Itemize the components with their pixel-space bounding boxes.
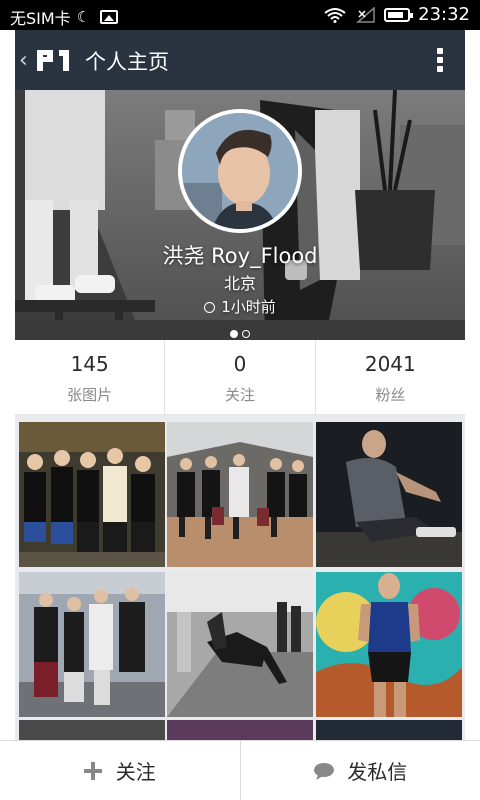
photo-thumb-partial-3[interactable] — [316, 720, 462, 740]
profile-cover[interactable]: 洪尧 Roy_Flood 北京 1小时前 — [15, 90, 465, 340]
carrier-text: 无SIM卡 — [10, 9, 71, 28]
follow-label: 关注 — [115, 760, 156, 784]
profile-stats: 145 张图片 0 关注 2041 粉丝 — [15, 340, 465, 415]
photo-thumb-dance-street[interactable] — [167, 572, 313, 717]
plus-icon — [83, 761, 102, 780]
photo-thumb-group-jerseys[interactable] — [19, 422, 165, 567]
photo-thumb-partial-1[interactable] — [19, 720, 165, 740]
app-header: ‹ P1 个人主页 — [15, 30, 465, 90]
last-active-text: 1小时前 — [221, 298, 276, 316]
page-title: 个人主页 — [85, 50, 169, 74]
more-menu-icon[interactable] — [437, 48, 443, 72]
carousel-indicator — [15, 323, 465, 340]
status-left: 无SIM卡 ☾ — [10, 5, 119, 29]
stat-value: 2041 — [364, 352, 416, 376]
moon-icon: ☾ — [76, 8, 91, 26]
profile-city: 北京 — [223, 274, 256, 293]
clock-icon — [204, 302, 216, 313]
no-signal-icon — [356, 6, 375, 23]
app-logo[interactable]: P1 — [35, 47, 73, 73]
message-label: 发私信 — [347, 760, 408, 784]
stat-photos[interactable]: 145 张图片 — [15, 340, 166, 414]
photo-thumb-airport-group[interactable] — [167, 422, 313, 567]
follow-button[interactable]: 关注 — [0, 741, 241, 800]
photo-grid — [15, 415, 465, 740]
stat-following[interactable]: 0 关注 — [165, 340, 316, 414]
photo-thumb-sitting-man[interactable] — [316, 422, 462, 567]
stat-label: 张图片 — [67, 386, 113, 404]
bottom-action-bar: 关注 发私信 — [0, 740, 480, 800]
back-arrow-icon[interactable]: ‹ — [19, 48, 28, 73]
stat-label: 关注 — [224, 386, 255, 404]
stat-followers[interactable]: 2041 粉丝 — [316, 340, 465, 414]
image-notification-icon — [100, 10, 119, 24]
carousel-dot — [242, 330, 250, 338]
status-right: 23:32 — [324, 4, 470, 25]
message-button[interactable]: 发私信 — [241, 741, 480, 800]
status-bar: 无SIM卡 ☾ 23:32 — [0, 0, 480, 30]
last-active: 1小时前 — [15, 296, 465, 317]
avatar[interactable] — [178, 109, 302, 233]
battery-icon — [384, 7, 414, 22]
carousel-dot-active — [230, 330, 238, 338]
stat-value: 0 — [233, 352, 247, 376]
stat-value: 145 — [70, 352, 109, 376]
photo-thumb-group-station[interactable] — [19, 572, 165, 717]
profile-name: 洪尧 Roy_Flood — [162, 244, 318, 268]
clock-text: 23:32 — [418, 4, 470, 25]
photo-thumb-graffiti-wall[interactable] — [316, 572, 462, 717]
photo-thumb-partial-2[interactable] — [167, 720, 313, 740]
wifi-icon — [324, 7, 346, 23]
chat-bubble-icon — [314, 762, 335, 780]
stat-label: 粉丝 — [375, 386, 406, 404]
